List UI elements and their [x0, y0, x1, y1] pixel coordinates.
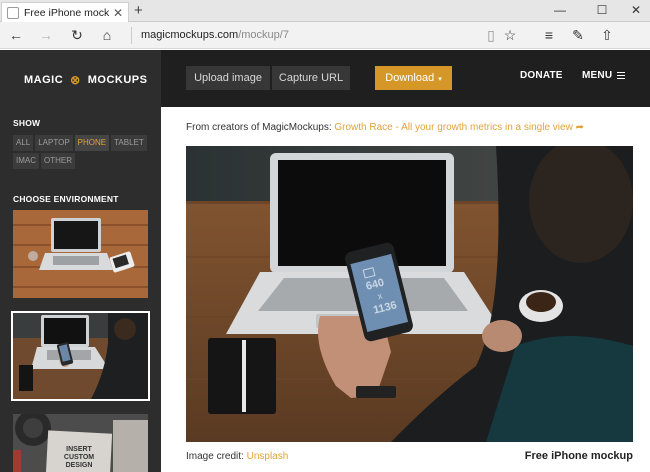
thumb-text-line-3: DESIGN	[66, 462, 93, 469]
mockup-preview-image: 640 x 1136	[186, 146, 633, 442]
notebook-photo: INSERT CUSTOM DESIGN	[13, 414, 148, 472]
tab-close-icon[interactable]: ✕	[113, 6, 123, 20]
address-bar[interactable]: magicmockups.com/mockup/7	[131, 27, 471, 44]
home-icon[interactable]: ⌂	[96, 25, 118, 45]
thumb-text-line-1: INSERT	[66, 446, 92, 453]
show-heading: SHOW	[13, 118, 41, 128]
browser-titlebar: Free iPhone mockup - M ✕ + — ☐ ✕	[0, 0, 650, 22]
capture-url-button[interactable]: Capture URL	[272, 66, 350, 90]
download-button[interactable]: Download ▾	[375, 66, 452, 90]
new-tab-button[interactable]: +	[134, 2, 143, 20]
unsplash-link[interactable]: Unsplash	[247, 451, 289, 462]
mockup-photo: 640 x 1136	[186, 146, 633, 442]
filter-imac[interactable]: IMAC	[13, 153, 39, 169]
promo-line: From creators of MagicMockups: Growth Ra…	[186, 122, 584, 133]
image-credit: Image credit: Unsplash	[186, 451, 288, 462]
refresh-icon[interactable]: ↻	[66, 25, 88, 45]
share-icon[interactable]: ⇧	[596, 25, 618, 45]
back-icon[interactable]: ←	[5, 25, 27, 45]
menu-label: MENU	[582, 70, 613, 81]
hub-icon[interactable]: ≡	[538, 25, 560, 45]
chevron-down-icon: ▾	[438, 76, 442, 83]
sidebar: MAGIC ⊗ MOCKUPS SHOW ALL LAPTOP PHONE TA…	[0, 50, 161, 472]
browser-tab[interactable]: Free iPhone mockup - M ✕	[1, 2, 129, 22]
browser-navbar: ← → ↻ ⌂ magicmockups.com/mockup/7 ▯ ☆ ≡ …	[0, 22, 650, 49]
donate-link[interactable]: DONATE	[520, 70, 563, 81]
filter-tablet[interactable]: TABLET	[111, 135, 147, 151]
choose-environment-heading: CHOOSE ENVIRONMENT	[13, 194, 119, 204]
person-phone-photo	[13, 313, 148, 399]
filter-laptop[interactable]: LAPTOP	[35, 135, 73, 151]
promo-prefix: From creators of MagicMockups:	[186, 122, 332, 133]
share-arrow-icon: ➦	[575, 122, 584, 133]
web-note-icon[interactable]: ✎	[567, 25, 589, 45]
logo-mark-icon: ⊗	[70, 73, 81, 87]
environment-thumbnail-selected[interactable]	[11, 311, 150, 401]
address-path: /mockup/7	[238, 29, 289, 41]
device-filter-list: ALL LAPTOP PHONE TABLET IMAC OTHER	[13, 135, 153, 169]
filter-all[interactable]: ALL	[13, 135, 34, 151]
forward-icon[interactable]: →	[35, 25, 57, 45]
menu-button[interactable]: MENU	[582, 70, 626, 81]
tab-title: Free iPhone mockup - M	[24, 6, 109, 19]
maximize-icon[interactable]: ☐	[584, 0, 620, 22]
favorite-star-icon[interactable]: ☆	[499, 25, 521, 45]
credit-prefix: Image credit:	[186, 451, 244, 462]
growth-race-link[interactable]: Growth Race - All your growth metrics in…	[334, 122, 572, 133]
address-host: magicmockups.com	[141, 29, 239, 41]
hamburger-icon	[617, 72, 626, 79]
logo-text-right: MOCKUPS	[87, 74, 148, 86]
site-logo[interactable]: MAGIC ⊗ MOCKUPS	[24, 73, 147, 87]
environment-thumbnail[interactable]	[13, 210, 148, 298]
desk-laptop-photo	[13, 210, 148, 298]
site-topbar: Upload image Capture URL Download ▾ DONAT…	[161, 50, 650, 107]
environment-thumbnail[interactable]: INSERT CUSTOM DESIGN	[13, 414, 148, 472]
logo-text-left: MAGIC	[24, 74, 64, 86]
page-favicon-icon	[7, 6, 19, 19]
thumb-text-line-2: CUSTOM	[64, 454, 94, 461]
filter-other[interactable]: OTHER	[41, 153, 75, 169]
mockup-caption: Free iPhone mockup	[524, 450, 633, 462]
filter-phone[interactable]: PHONE	[74, 135, 110, 151]
minimize-icon[interactable]: —	[542, 0, 578, 22]
upload-image-button[interactable]: Upload image	[186, 66, 270, 90]
close-window-icon[interactable]: ✕	[618, 0, 650, 22]
download-label: Download	[385, 72, 435, 84]
